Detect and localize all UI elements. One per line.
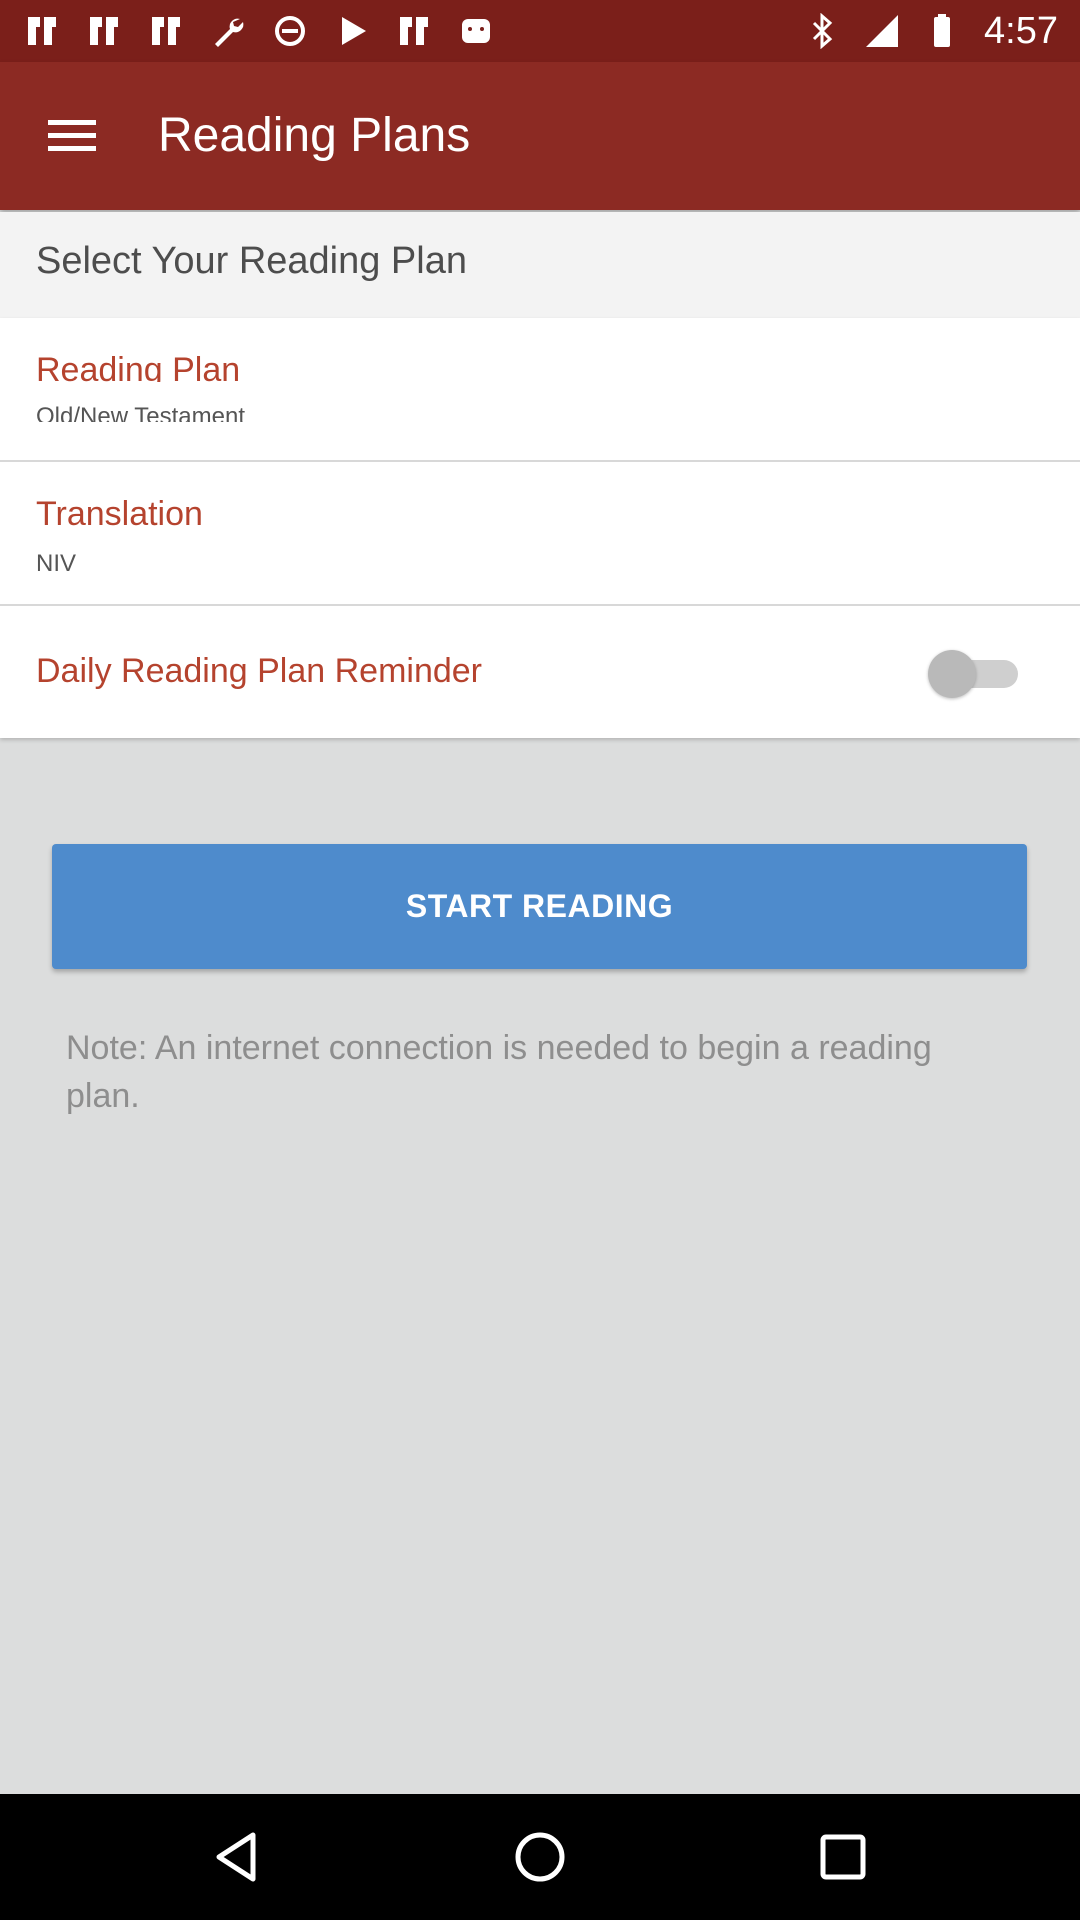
navigation-bar (0, 1794, 1080, 1920)
reminder-setting[interactable]: Daily Reading Plan Reminder (0, 606, 1080, 738)
toggle-thumb (928, 650, 976, 698)
back-button[interactable] (204, 1824, 270, 1890)
app-bar: Reading Plans (0, 62, 1080, 210)
battery-icon (934, 14, 951, 47)
signal-icon (866, 15, 899, 47)
section-header-title: Select Your Reading Plan (36, 240, 467, 282)
reminder-title: Daily Reading Plan Reminder (36, 652, 483, 690)
home-circle-icon (515, 1832, 565, 1882)
disabled-icon (275, 16, 305, 46)
translation-setting[interactable]: Translation NIV (0, 462, 1080, 606)
reminder-toggle[interactable] (928, 650, 1030, 698)
translation-title: Translation (36, 495, 203, 526)
notification-icons (24, 10, 494, 52)
reading-plan-setting[interactable]: Reading Plan Old/New Testament (0, 318, 1080, 462)
internet-note: Note: An internet connection is needed t… (66, 1029, 932, 1115)
home-button[interactable] (507, 1824, 573, 1890)
app-notification-icon (28, 17, 56, 45)
app-notification-icon (90, 17, 118, 45)
app-notification-icon (152, 17, 180, 45)
settings-list: Reading Plan Old/New Testament Translati… (0, 318, 1080, 738)
android-icon (462, 19, 490, 43)
system-icons: 4:57 (804, 10, 1058, 52)
status-bar: 4:57 (0, 0, 1080, 62)
page-title: Reading Plans (158, 109, 471, 162)
start-reading-button[interactable]: START READING (52, 844, 1027, 969)
recents-square-icon (820, 1834, 866, 1880)
app-notification-icon (400, 17, 428, 45)
wrench-icon (215, 18, 244, 47)
translation-value: NIV (36, 550, 77, 577)
play-store-icon (342, 17, 366, 45)
back-triangle-icon (216, 1832, 256, 1882)
recents-button[interactable] (810, 1824, 876, 1890)
hamburger-menu-icon (48, 120, 96, 151)
reading-plan-title: Reading Plan (36, 351, 241, 382)
status-time: 4:57 (984, 9, 1058, 52)
reading-plan-value: Old/New Testament (36, 403, 245, 422)
hamburger-menu-button[interactable] (30, 102, 114, 170)
bluetooth-icon (812, 13, 833, 49)
section-header: Select Your Reading Plan (0, 212, 1080, 318)
